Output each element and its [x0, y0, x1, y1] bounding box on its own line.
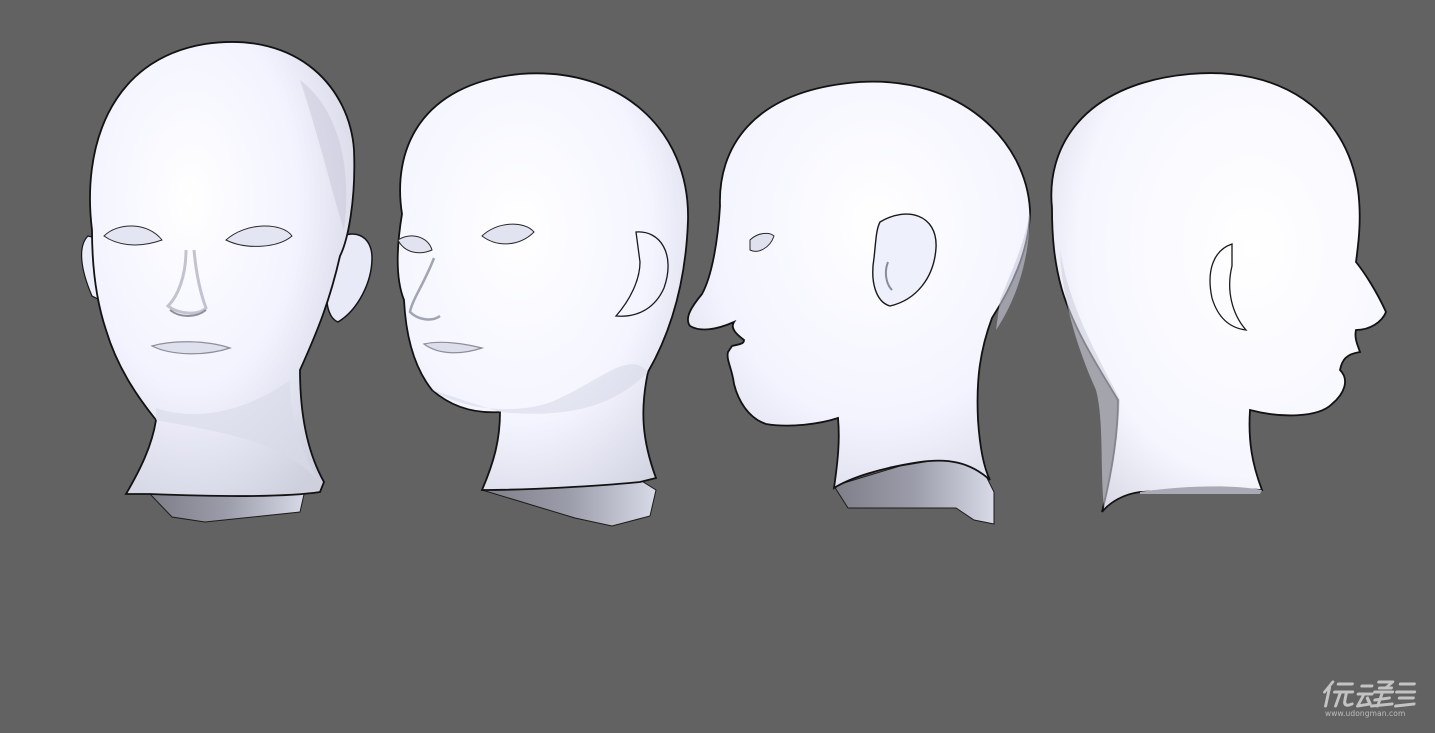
head-silhouette — [396, 72, 689, 491]
watermark: www.udongman.com — [1322, 676, 1422, 722]
head-profile-view[interactable] — [687, 80, 1031, 525]
head-front-view[interactable] — [81, 41, 373, 523]
udongman-logo — [1323, 680, 1417, 708]
head-silhouette — [687, 80, 1031, 490]
model-scene — [81, 41, 1387, 527]
3d-viewport[interactable]: www.udongman.com — [0, 0, 1435, 733]
watermark-url: www.udongman.com — [1325, 709, 1406, 718]
head-back-three-quarter-view[interactable] — [1050, 72, 1387, 513]
head-three-quarter-view[interactable] — [396, 72, 689, 527]
